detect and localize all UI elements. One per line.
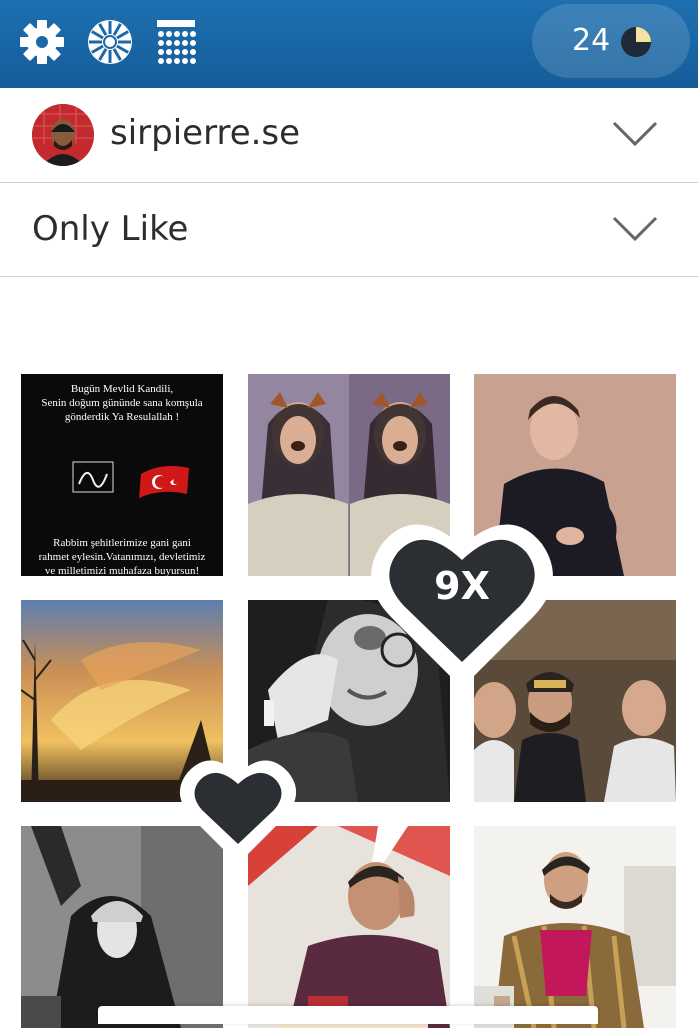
gear-icon[interactable] [18, 18, 66, 66]
photo-caption-line: gönderdik Ya Resulallah ! [64, 411, 180, 423]
like-badge[interactable] [176, 756, 300, 866]
pie-timer-icon [621, 27, 651, 57]
avatar [32, 104, 94, 166]
account-selector[interactable]: sirpierre.se [0, 88, 698, 183]
dial-icon[interactable] [86, 18, 134, 66]
photo-tile[interactable]: Bugün Mevlid Kandili, Senin doğum gününd… [21, 374, 223, 576]
multi-like-badge[interactable]: 9X [364, 506, 560, 692]
counter-value: 24 [572, 23, 611, 58]
chevron-down-icon[interactable] [612, 120, 658, 148]
calligraphy-and-flag-image [72, 461, 189, 498]
bottom-panel-edge [98, 1006, 598, 1024]
like-multiplier-label: 9X [434, 564, 490, 608]
photo-caption-line: Senin doğum gününde sana komşula [41, 397, 203, 409]
photo-grid: Bugün Mevlid Kandili, Senin doğum gününd… [0, 374, 698, 1028]
photo-caption-line: Bugün Mevlid Kandili, [70, 383, 174, 395]
like-counter[interactable]: 24 [532, 4, 690, 78]
chevron-down-icon[interactable] [612, 215, 658, 243]
photo-image [474, 826, 676, 1028]
mode-selector[interactable]: Only Like [0, 183, 698, 277]
photo-caption-line: Rabbim şehitlerimize gani gani [53, 537, 191, 549]
photo-tile[interactable] [474, 826, 676, 1028]
top-toolbar: 24 [0, 0, 698, 88]
calendar-grid-icon[interactable] [152, 18, 200, 66]
account-username: sirpierre.se [110, 113, 301, 153]
mode-selected-value: Only Like [32, 209, 189, 249]
photo-caption-line: ve milletimizi muhafaza buyursun! [44, 565, 200, 576]
photo-caption-line: rahmet eylesin.Vatanımızı, devletimiz [38, 551, 206, 563]
